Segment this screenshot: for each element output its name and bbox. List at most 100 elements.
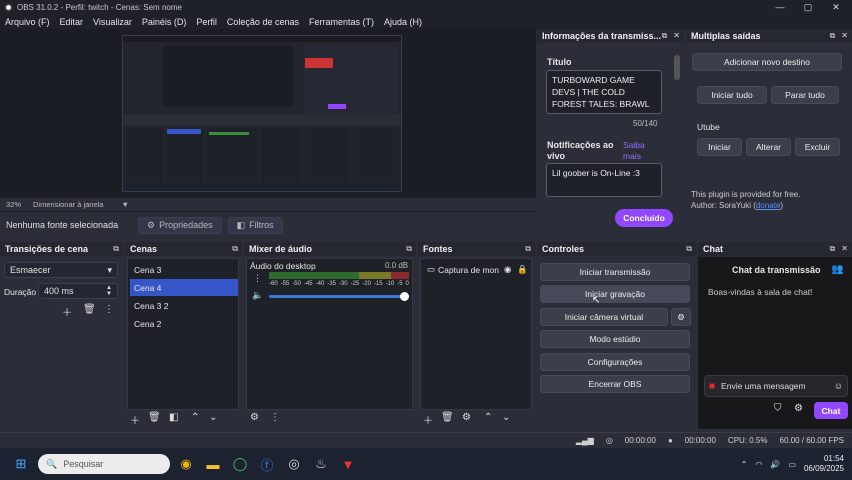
- float-icon[interactable]: ⧉: [113, 244, 119, 254]
- chevron-up-icon[interactable]: ⌃: [741, 460, 748, 469]
- menu-help[interactable]: Ajuda (H): [384, 17, 422, 27]
- close-icon[interactable]: ✕: [673, 31, 680, 41]
- close-icon[interactable]: ✕: [841, 244, 848, 254]
- gear-icon[interactable]: ⚙: [250, 412, 259, 423]
- more-icon[interactable]: ⋮: [270, 412, 280, 423]
- menu-edit[interactable]: Editar: [60, 17, 84, 27]
- menu-tools[interactable]: Ferramentas (T): [309, 17, 374, 27]
- start-recording-button[interactable]: Iniciar gravação: [540, 285, 690, 303]
- add-icon[interactable]: ＋: [62, 304, 72, 319]
- settings-button[interactable]: Configurações: [540, 353, 690, 371]
- battery-icon[interactable]: ▭: [788, 460, 796, 469]
- start-streaming-button[interactable]: Iniciar transmissão: [540, 263, 690, 281]
- minimize-button[interactable]: —: [766, 0, 794, 14]
- emoji-icon[interactable]: ☺: [834, 381, 843, 391]
- trash-icon[interactable]: 🗑: [83, 304, 96, 315]
- float-icon[interactable]: ⧉: [232, 244, 238, 254]
- clock[interactable]: 01:54 06/09/2025: [804, 454, 844, 474]
- scene-item[interactable]: Cena 2: [130, 315, 238, 332]
- windows-start-icon[interactable]: ⊞: [10, 453, 32, 475]
- float-icon[interactable]: ⧉: [525, 244, 531, 254]
- duration-spinbox[interactable]: 400 ms ▲ ▼: [38, 283, 118, 299]
- studio-mode-button[interactable]: Modo estúdio: [540, 330, 690, 348]
- wifi-icon[interactable]: ◠: [755, 460, 762, 469]
- trash-icon[interactable]: 🗑: [148, 412, 161, 423]
- menu-file[interactable]: Arquivo (F): [5, 17, 50, 27]
- users-icon[interactable]: 👥: [831, 264, 843, 275]
- chevron-down-icon[interactable]: ▼: [121, 200, 128, 209]
- float-icon[interactable]: ⧉: [406, 244, 412, 254]
- stepper-icon[interactable]: ▲ ▼: [106, 285, 112, 297]
- more-icon[interactable]: ⋮: [253, 273, 262, 284]
- exit-button[interactable]: Encerrar OBS: [540, 375, 690, 393]
- chat-send-button[interactable]: Chat: [814, 402, 848, 419]
- gear-icon[interactable]: ⚙: [462, 412, 471, 423]
- lock-icon[interactable]: 🔒: [517, 264, 528, 275]
- filter-icon[interactable]: ◧: [169, 412, 178, 423]
- more-icon[interactable]: ⋮: [104, 304, 114, 315]
- title-field[interactable]: TURBOWARD GAME DEVS | THE COLD FOREST TA…: [546, 70, 662, 114]
- menu-profile[interactable]: Perfil: [196, 17, 217, 27]
- notif-field[interactable]: Lil goober is On-Line :3: [546, 163, 662, 197]
- close-window-button[interactable]: ✕: [822, 0, 850, 14]
- trash-icon[interactable]: 🗑: [441, 412, 454, 423]
- maximize-button[interactable]: ▢: [794, 0, 822, 14]
- volume-icon[interactable]: 🔊: [770, 460, 780, 469]
- down-arrow-icon[interactable]: ⌄: [502, 412, 510, 423]
- menu-docks[interactable]: Painéis (D): [142, 17, 187, 27]
- obs-taskbar-icon[interactable]: ◎: [283, 453, 305, 475]
- delete-destination-button[interactable]: Excluir: [795, 138, 840, 156]
- add-scene-icon[interactable]: ＋: [130, 412, 140, 427]
- chrome-icon[interactable]: ◉: [175, 453, 197, 475]
- scene-item-selected[interactable]: Cena 4: [130, 279, 238, 296]
- scene-item[interactable]: Cena 3 2: [130, 297, 238, 314]
- properties-button[interactable]: ⚙ Propriedades: [138, 216, 222, 234]
- add-source-icon[interactable]: ＋: [423, 412, 433, 427]
- learn-more-link[interactable]: Saiba mais: [623, 140, 657, 162]
- scrollbar[interactable]: [674, 55, 680, 80]
- speaker-icon[interactable]: 🔈: [252, 290, 263, 301]
- gear-icon[interactable]: ⚙: [794, 403, 803, 414]
- start-all-button[interactable]: Iniciar tudo: [697, 86, 767, 104]
- stop-all-button[interactable]: Parar tudo: [771, 86, 839, 104]
- float-icon[interactable]: ⧉: [686, 244, 692, 254]
- up-arrow-icon[interactable]: ⌃: [484, 412, 492, 423]
- float-icon[interactable]: ⧉: [830, 244, 836, 254]
- float-icon[interactable]: ⧉: [830, 31, 836, 41]
- facebook-icon[interactable]: ⓕ: [256, 453, 278, 475]
- preview-canvas[interactable]: [122, 35, 402, 192]
- start-virtual-camera-button[interactable]: Iniciar câmera virtual: [540, 308, 668, 326]
- scale-mode[interactable]: Dimensionar à janela: [33, 200, 103, 209]
- file-explorer-icon[interactable]: ▬: [202, 453, 224, 475]
- steam-icon[interactable]: ♨: [310, 453, 332, 475]
- transition-select[interactable]: Esmaecer ▾: [4, 262, 118, 278]
- edit-destination-button[interactable]: Alterar: [746, 138, 791, 156]
- up-arrow-icon[interactable]: ⌃: [191, 412, 199, 423]
- menu-view[interactable]: Visualizar: [93, 17, 132, 27]
- done-button[interactable]: Concluído: [615, 209, 673, 227]
- camera-icon[interactable]: ■: [709, 381, 715, 392]
- multi-output-dock: Multiplas saídas ⧉ ✕ Adicionar novo destin…: [686, 29, 852, 239]
- volume-knob[interactable]: [399, 292, 409, 301]
- whatsapp-icon[interactable]: ◯: [229, 453, 251, 475]
- scene-item[interactable]: Cena 3: [130, 261, 238, 278]
- eye-icon[interactable]: ◉: [504, 264, 511, 275]
- app-icon[interactable]: ▼: [337, 453, 359, 475]
- taskbar-search[interactable]: 🔍 Pesquisar: [38, 454, 170, 474]
- down-arrow-icon[interactable]: ⌄: [209, 412, 217, 423]
- shield-icon[interactable]: ⛉: [774, 403, 782, 414]
- filters-button[interactable]: ◧ Filtros: [227, 216, 283, 234]
- scene-list: Cena 3 Cena 4 Cena 3 2 Cena 2: [127, 258, 239, 410]
- controls-dock: Controles ⧉ Iniciar transmissão Iniciar g…: [537, 242, 696, 430]
- volume-slider[interactable]: [269, 292, 409, 301]
- source-item[interactable]: ▭ Captura de mon ◉ 🔒: [423, 261, 531, 278]
- gear-icon[interactable]: ⚙: [671, 308, 691, 326]
- add-destination-button[interactable]: Adicionar novo destino: [692, 53, 842, 71]
- float-icon[interactable]: ⧉: [662, 31, 668, 41]
- menu-scene-collection[interactable]: Coleção de cenas: [227, 17, 299, 27]
- donate-link[interactable]: donate: [756, 201, 780, 210]
- start-destination-button[interactable]: Iniciar: [697, 138, 742, 156]
- close-icon[interactable]: ✕: [841, 31, 848, 41]
- chat-input[interactable]: ■ Envie uma mensagem ☺: [704, 375, 848, 397]
- signal-icon: ▂▄▆: [575, 436, 594, 445]
